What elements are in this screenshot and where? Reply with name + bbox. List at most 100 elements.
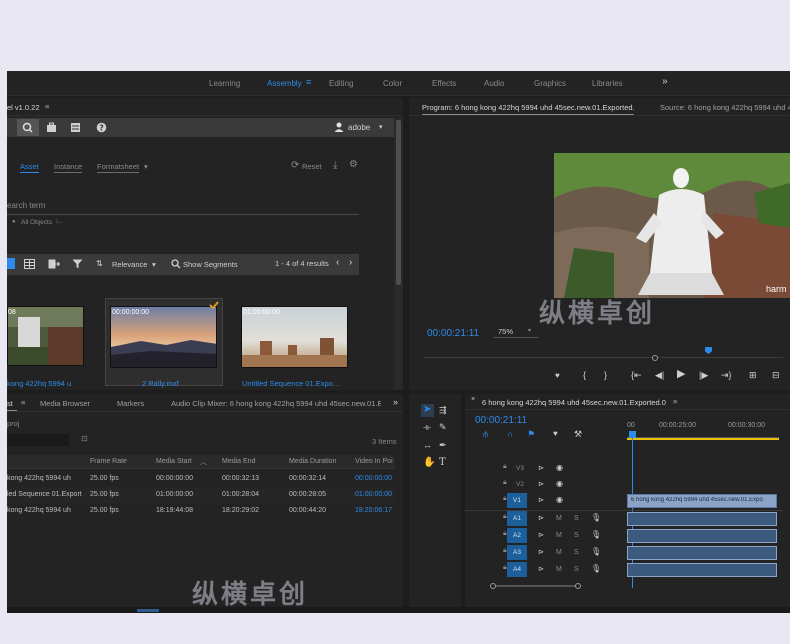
tab-program[interactable]: Program: 6 hong kong 422hq 5994 uhd 45se… — [422, 103, 634, 112]
ripple-edit-tool-icon[interactable]: ⟛ — [423, 422, 431, 432]
insert-icon[interactable]: ⊞ — [749, 370, 757, 380]
audio-clip-a2[interactable] — [627, 529, 777, 543]
filter-funnel-icon[interactable] — [72, 259, 83, 269]
track-eye-icon[interactable]: ◉ — [556, 495, 563, 504]
track-v3[interactable]: 🔒︎ V3 ⊳ ◉ — [465, 461, 783, 477]
result-thumb-2[interactable]: 00:00:00:00 — [110, 306, 217, 368]
mute-button[interactable]: M — [556, 515, 562, 522]
tab-audio-clip-mixer[interactable]: Audio Clip Mixer: 6 hong kong 422hq 5994… — [171, 399, 381, 408]
filter-instance[interactable]: Instance — [54, 162, 83, 173]
workspace-assembly[interactable]: Assembly — [267, 79, 302, 88]
result-thumb-3-label[interactable]: Untitled Sequence 01.Expo... — [242, 379, 339, 388]
mic-icon[interactable]: 🎙︎ — [591, 564, 601, 573]
solo-button[interactable]: S — [574, 549, 579, 556]
table-view-icon[interactable] — [24, 259, 35, 269]
mic-icon[interactable]: 🎙︎ — [591, 547, 601, 556]
tab-source[interactable]: Source: 6 hong kong 422hq 5994 uhd 45sec… — [660, 103, 790, 112]
track-a2-target[interactable]: A2 — [507, 528, 527, 543]
grid-view-icon[interactable] — [7, 258, 15, 269]
pen-tool-icon[interactable]: ✒ — [439, 440, 447, 450]
prev-page-icon[interactable]: ‹ — [336, 257, 339, 268]
mute-button[interactable]: M — [556, 532, 562, 539]
linked-selection-icon[interactable]: ⚑ — [527, 429, 535, 439]
panel-menu-icon[interactable]: ≡ — [45, 102, 49, 111]
selection-tool-icon[interactable]: ➤ — [423, 405, 431, 415]
work-area-bar[interactable] — [627, 438, 779, 440]
timeline-playhead-head[interactable] — [629, 431, 636, 438]
show-segments-button[interactable]: Show Segments — [183, 260, 238, 269]
filter-asset[interactable]: Asset — [20, 162, 39, 173]
go-to-in-icon[interactable]: {⇤ — [631, 370, 642, 380]
track-sync-icon[interactable]: ⊳ — [538, 565, 544, 573]
add-marker-timeline-icon[interactable]: ♥ — [553, 429, 558, 439]
panel-overflow-icon[interactable]: » — [393, 397, 398, 407]
settings-gear-icon[interactable]: ⚙ — [349, 159, 358, 170]
result-thumb-1-label[interactable]: kong 422hq 5994 u — [7, 379, 71, 388]
sort-relevance[interactable]: Relevance — [112, 260, 147, 269]
tab-project[interactable]: st — [7, 399, 13, 408]
workspace-libraries[interactable]: Libraries — [592, 79, 623, 88]
program-scrub-bar[interactable] — [423, 357, 783, 358]
table-row[interactable]: kong 422hq 5994 uh 25.00 fps 00:00:00:00… — [7, 471, 395, 487]
help-icon[interactable]: ? — [96, 122, 107, 133]
new-bin-icon[interactable]: ⊡ — [81, 434, 88, 443]
step-forward-icon[interactable]: |▶ — [699, 370, 708, 380]
result-thumb-3[interactable]: 01:00:00:00 — [241, 306, 348, 368]
search-tab[interactable] — [17, 119, 39, 136]
plugin-scrollbar[interactable] — [394, 118, 403, 390]
track-eye-icon[interactable]: ◉ — [556, 479, 563, 488]
track-lock-icon[interactable]: 🔒︎ — [503, 479, 507, 487]
step-back-icon[interactable]: ◀| — [655, 370, 664, 380]
plugin-panel-title[interactable]: el v1.0.22 — [7, 103, 40, 112]
scope-label[interactable]: All Objects — [21, 219, 52, 226]
track-a3-target[interactable]: A3 — [507, 545, 527, 560]
mark-in-icon[interactable]: { — [583, 370, 586, 380]
next-page-icon[interactable]: › — [349, 257, 352, 268]
track-eye-icon[interactable]: ◉ — [556, 463, 563, 472]
mic-icon[interactable]: 🎙︎ — [591, 530, 601, 539]
mark-out-icon[interactable]: } — [604, 370, 607, 380]
track-a4-target[interactable]: A4 — [507, 562, 527, 577]
table-row[interactable]: kong 422hq 5994 uh 25.00 fps 18:19:44:08… — [7, 503, 395, 519]
row-video-in[interactable]: 00:00:00:00 — [355, 475, 392, 482]
solo-button[interactable]: S — [574, 515, 579, 522]
row-video-in[interactable]: 01:00:00:00 — [355, 491, 392, 498]
snap-magnet-icon[interactable]: ∩ — [507, 429, 513, 439]
solo-button[interactable]: S — [574, 532, 579, 539]
workspace-effects[interactable]: Effects — [432, 79, 456, 88]
razor-tool-icon[interactable]: ✎ — [439, 422, 447, 432]
play-icon[interactable]: ▶ — [677, 369, 685, 380]
mic-icon[interactable]: 🎙︎ — [591, 513, 601, 522]
search-input[interactable]: earch term — [7, 201, 45, 210]
track-sync-icon[interactable]: ⊳ — [538, 496, 544, 504]
overwrite-icon[interactable]: ⊟ — [772, 370, 780, 380]
briefcase-icon[interactable] — [46, 122, 57, 133]
track-sync-icon[interactable]: ⊳ — [538, 548, 544, 556]
col-media-duration[interactable]: Media Duration — [289, 458, 336, 465]
tab-markers[interactable]: Markers — [117, 399, 144, 408]
program-timecode[interactable]: 00:00:21:11 — [427, 328, 479, 339]
filter-formatsheet[interactable]: Formatsheet — [97, 162, 140, 173]
workspace-color[interactable]: Color — [383, 79, 402, 88]
sort-chevron-icon[interactable]: ▾ — [152, 260, 156, 269]
sort-asc-icon[interactable]: ︿ — [200, 457, 207, 467]
track-sync-icon[interactable]: ⊳ — [538, 464, 544, 472]
timeline-menu-icon[interactable]: ≡ — [673, 397, 677, 406]
mute-button[interactable]: M — [556, 566, 562, 573]
timeline-scroll-right-handle[interactable] — [575, 583, 581, 589]
plugin-scrollbar-thumb[interactable] — [396, 120, 401, 285]
export-icon[interactable] — [48, 259, 60, 269]
audio-clip-a4[interactable] — [627, 563, 777, 577]
scope-menu-icon[interactable]: ⁝·· — [56, 218, 63, 226]
go-to-out-icon[interactable]: ⇥} — [721, 370, 732, 380]
workspace-graphics[interactable]: Graphics — [534, 79, 566, 88]
wrench-icon[interactable]: ⚒ — [574, 429, 582, 439]
user-menu-chevron-icon[interactable]: ▾ — [379, 123, 383, 131]
track-select-tool-icon[interactable]: ⇶ — [439, 405, 447, 415]
workspace-menu-icon[interactable]: ≡ — [306, 77, 311, 87]
formatsheet-chevron-icon[interactable]: ▾ — [144, 162, 148, 171]
add-marker-icon[interactable]: ♥ — [555, 371, 560, 381]
timeline-timecode[interactable]: 00:00:21:11 — [475, 415, 527, 426]
timeline-close-icon[interactable]: × — [471, 396, 475, 403]
reset-button[interactable]: Reset — [302, 162, 322, 171]
